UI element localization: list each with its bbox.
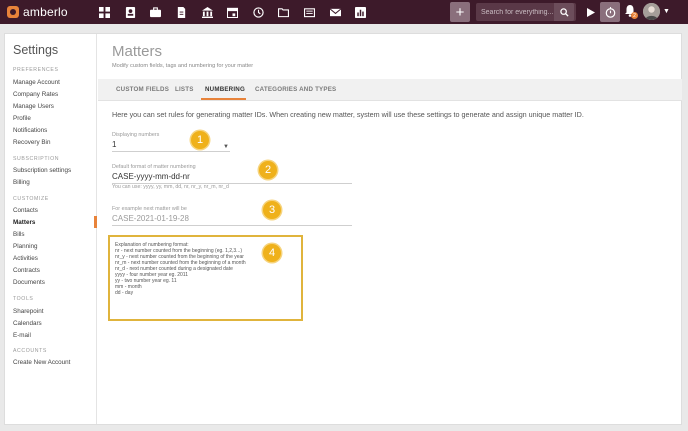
notification-badge: 2 [631, 12, 638, 19]
sidebar-section-preferences: PREFERENCES [13, 67, 59, 73]
callout-4: 4 [263, 244, 281, 262]
calendar-icon[interactable] [220, 0, 246, 24]
default-format-hint: You can use: yyyy, yy, mm, dd, nr, nr_y,… [112, 184, 229, 190]
sidebar-item-calendars[interactable]: Calendars [13, 320, 42, 327]
settings-card: Settings PREFERENCES Manage Account Comp… [4, 33, 682, 425]
main-nav [92, 0, 374, 24]
caret-down-icon[interactable]: ▼ [223, 144, 229, 150]
sidebar-section-subscription: SUBSCRIPTION [13, 156, 60, 162]
page-title: Matters [112, 43, 163, 60]
sidebar-item-company-rates[interactable]: Company Rates [13, 91, 58, 98]
sidebar-item-manage-users[interactable]: Manage Users [13, 103, 54, 110]
example-label: For example next matter will be [112, 206, 187, 212]
default-format-input[interactable]: CASE-yyyy-mm-dd-nr [112, 172, 190, 181]
sidebar-item-bills[interactable]: Bills [13, 231, 25, 238]
reports-icon[interactable] [348, 0, 374, 24]
time-icon[interactable] [246, 0, 272, 24]
sidebar-item-matters[interactable]: Matters [13, 219, 35, 226]
sidebar-item-email[interactable]: E-mail [13, 332, 31, 339]
search-input[interactable] [476, 3, 554, 21]
sidebar-item-billing[interactable]: Billing [13, 179, 30, 186]
sidebar-item-notifications[interactable]: Notifications [13, 127, 47, 134]
explanation-line: dd - day [115, 290, 134, 296]
dashboard-icon[interactable] [92, 0, 118, 24]
sidebar-section-customize: CUSTOMIZE [13, 196, 49, 202]
sidebar-item-subscription-settings[interactable]: Subscription settings [13, 167, 71, 174]
play-icon[interactable] [582, 3, 600, 21]
sidebar-item-manage-account[interactable]: Manage Account [13, 79, 60, 86]
example-value: CASE-2021-01-19-28 [112, 214, 189, 223]
search-icon[interactable] [554, 3, 574, 21]
page-subtitle: Modify custom fields, tags and numbering… [112, 63, 254, 69]
displaying-numbers-select[interactable]: 1 [112, 140, 116, 149]
explanation-text: Explanation of numbering format: nr - nex… [115, 242, 246, 296]
add-new-button[interactable]: + [450, 2, 470, 22]
displaying-numbers-label: Displaying numbers [112, 132, 160, 138]
numbering-intro-text: Here you can set rules for generating ma… [112, 110, 584, 119]
active-tab-indicator [201, 98, 246, 100]
sidebar-section-accounts: ACCOUNTS [13, 348, 47, 354]
sidebar-item-create-new-account[interactable]: Create New Account [13, 359, 70, 366]
logo-mark-icon [7, 6, 19, 18]
main-content: Matters Modify custom fields, tags and n… [98, 34, 682, 424]
example-underline [112, 225, 352, 226]
sidebar-item-documents[interactable]: Documents [13, 279, 45, 286]
sidebar-section-tools: TOOLS [13, 296, 34, 302]
documents-icon[interactable] [169, 0, 195, 24]
callout-1: 1 [191, 131, 209, 149]
tab-lists[interactable]: LISTS [175, 86, 194, 93]
avatar[interactable] [643, 3, 660, 20]
billing-icon[interactable] [194, 0, 220, 24]
contacts-icon[interactable] [118, 0, 144, 24]
logo-text: amberlo [23, 5, 68, 19]
sidebar-title: Settings [13, 43, 59, 57]
tab-custom-fields[interactable]: CUSTOM FIELDS [116, 86, 169, 93]
sidebar-item-activities[interactable]: Activities [13, 255, 38, 262]
sidebar-item-recovery-bin[interactable]: Recovery Bin [13, 139, 50, 146]
mail-icon[interactable] [322, 0, 348, 24]
sidebar-item-sharepoint[interactable]: Sharepoint [13, 308, 43, 315]
sidebar-item-contracts[interactable]: Contracts [13, 267, 40, 274]
tasks-icon[interactable] [297, 0, 323, 24]
default-format-label: Default format of matter numbering [112, 164, 196, 170]
tab-bar: CUSTOM FIELDS LISTS NUMBERING CATEGORIES… [98, 79, 682, 101]
logo[interactable]: amberlo [7, 5, 87, 19]
global-search [476, 3, 576, 21]
callout-3: 3 [263, 201, 281, 219]
stopwatch-icon[interactable] [600, 2, 620, 22]
tab-categories-and-types[interactable]: CATEGORIES AND TYPES [255, 86, 336, 93]
chevron-down-icon[interactable]: ▼ [663, 8, 670, 15]
sidebar-item-contacts[interactable]: Contacts [13, 207, 38, 214]
matters-icon[interactable] [143, 0, 169, 24]
sidebar-item-planning[interactable]: Planning [13, 243, 38, 250]
callout-2: 2 [259, 161, 277, 179]
settings-sidebar: Settings PREFERENCES Manage Account Comp… [5, 34, 97, 424]
tab-numbering[interactable]: NUMBERING [205, 86, 245, 93]
sidebar-item-profile[interactable]: Profile [13, 115, 31, 122]
active-item-marker [94, 216, 97, 228]
top-bar: amberlo + 2 ▼ [0, 0, 688, 24]
folder-icon[interactable] [271, 0, 297, 24]
displaying-numbers-underline [112, 151, 230, 152]
